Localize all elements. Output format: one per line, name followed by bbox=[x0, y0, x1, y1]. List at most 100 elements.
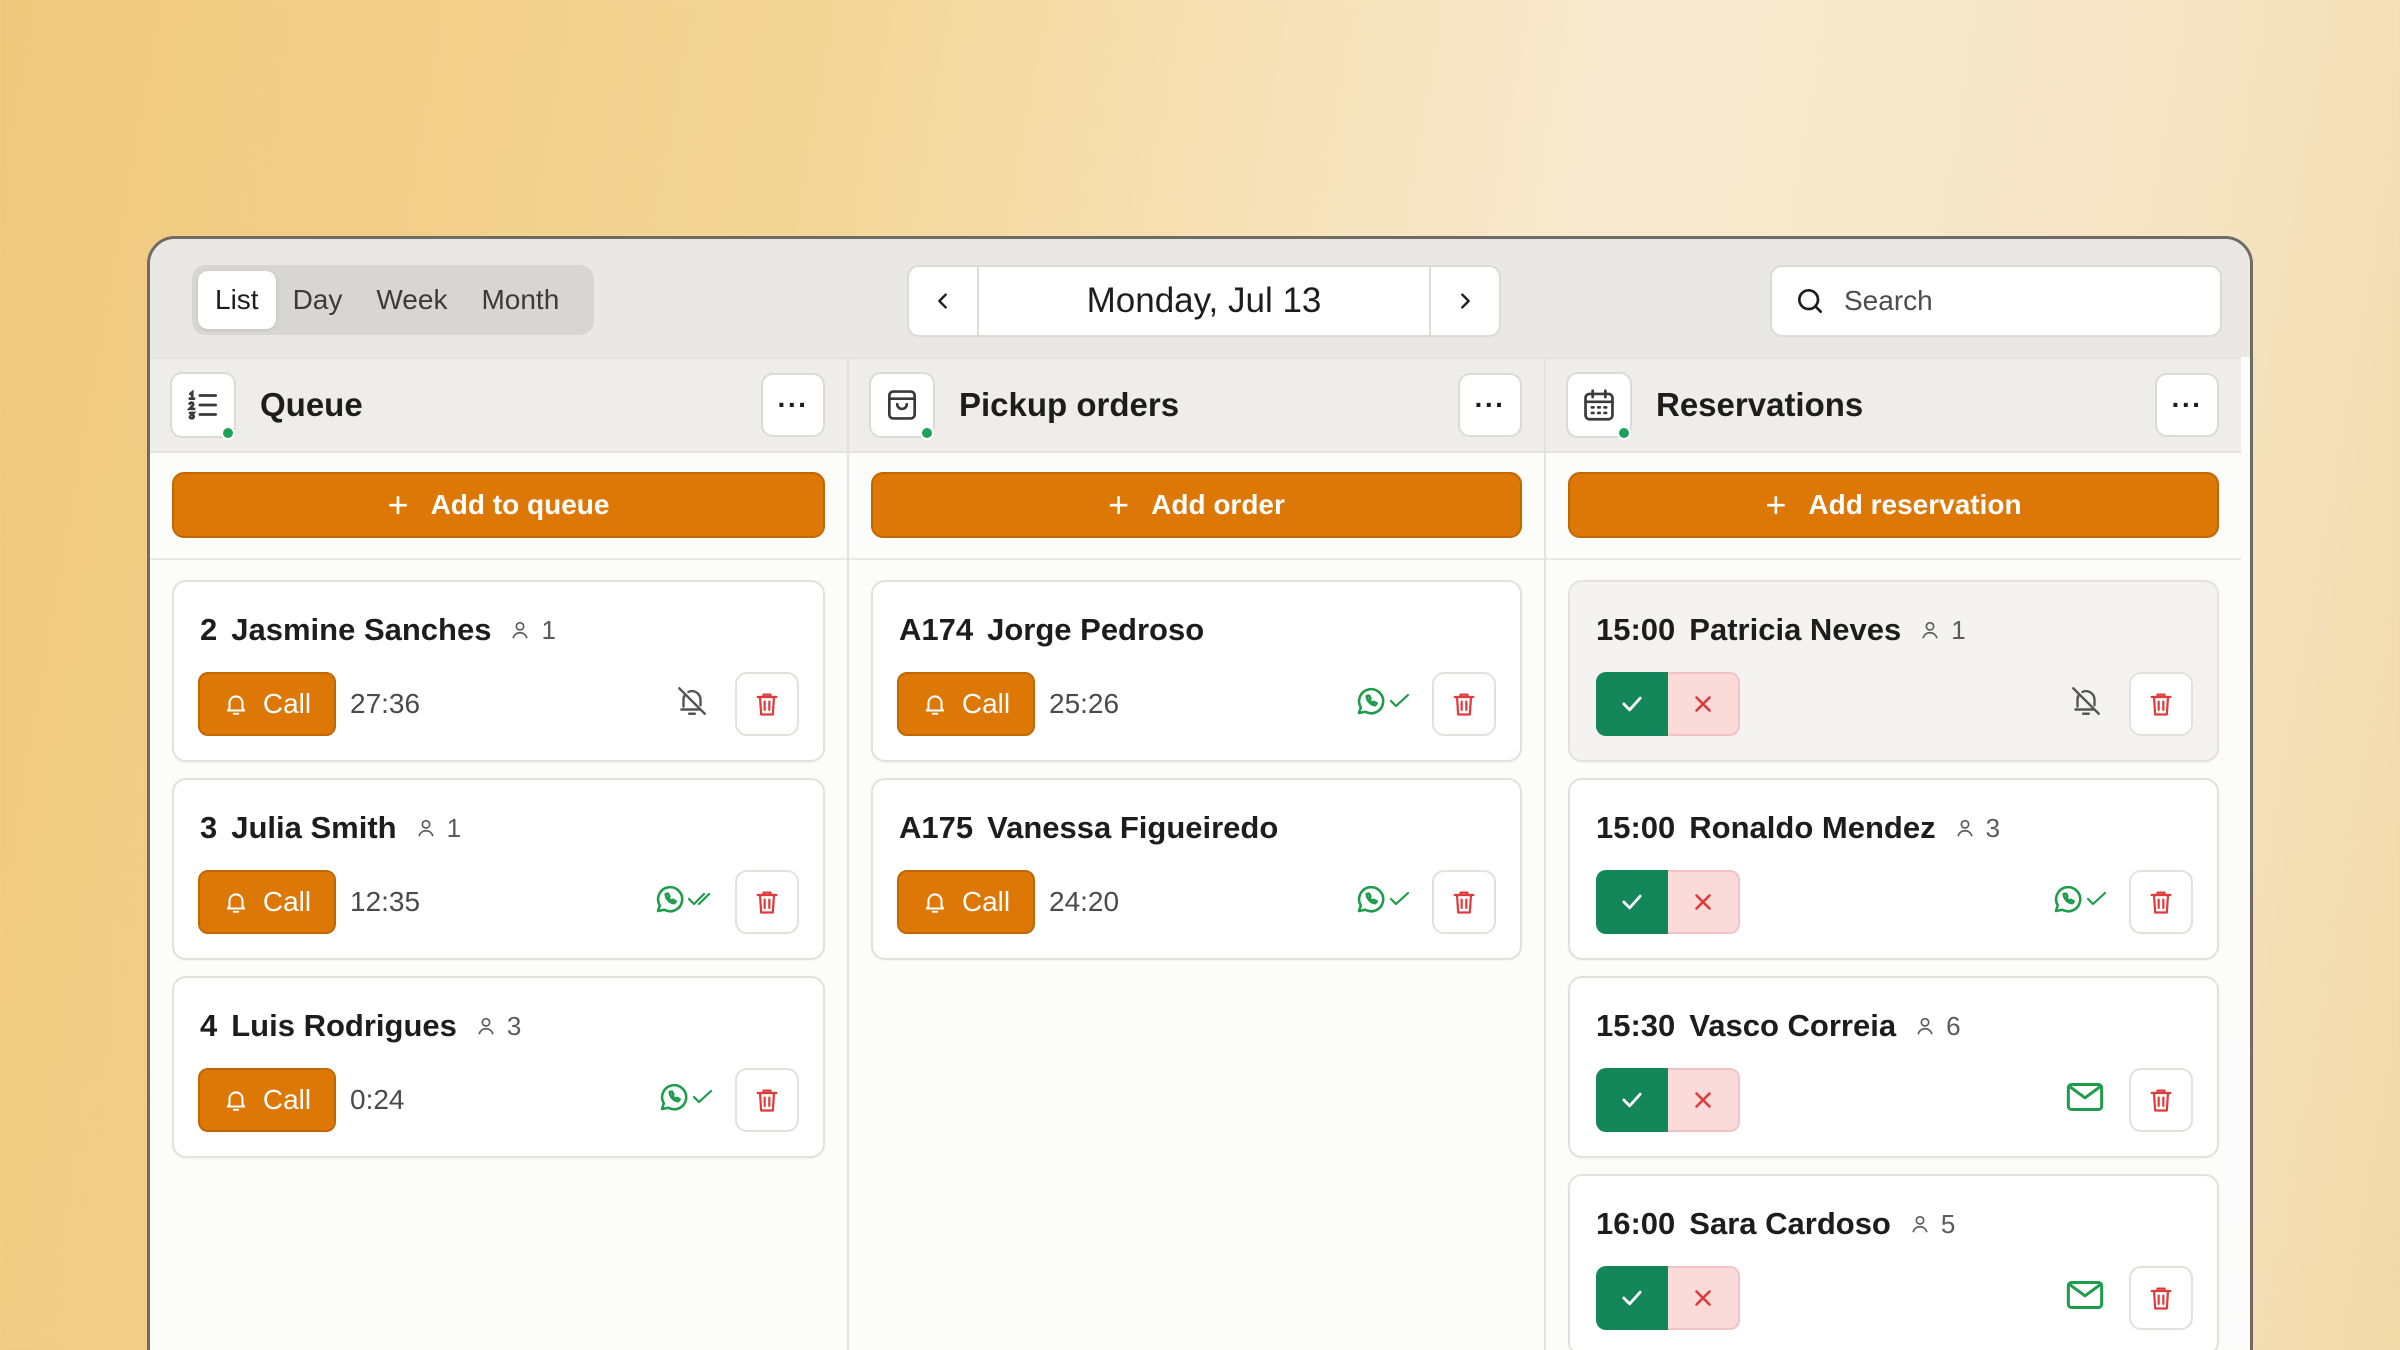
queue-title: Queue bbox=[260, 386, 363, 423]
delete-button[interactable] bbox=[1432, 672, 1496, 736]
queue-header: Queue ··· bbox=[150, 357, 847, 453]
reservation-card[interactable]: 15:00 Patricia Neves 1 bbox=[1568, 580, 2219, 762]
delete-button[interactable] bbox=[735, 672, 799, 736]
check-icon bbox=[1622, 1290, 1642, 1306]
mail-icon bbox=[2065, 1278, 2105, 1312]
delete-button[interactable] bbox=[2129, 1068, 2193, 1132]
accept-button[interactable] bbox=[1596, 1266, 1668, 1330]
close-icon bbox=[1695, 696, 1711, 712]
reservations-add-area: + Add reservation bbox=[1546, 453, 2241, 560]
accept-button[interactable] bbox=[1596, 870, 1668, 934]
reject-button[interactable] bbox=[1668, 672, 1740, 736]
pickup-title: Pickup orders bbox=[959, 386, 1180, 423]
calendar-icon[interactable] bbox=[1566, 372, 1632, 440]
call-button[interactable]: Call bbox=[198, 870, 336, 934]
card-title: 16:00 Sara Cardoso 5 bbox=[1596, 1206, 1955, 1242]
reservation-time: 15:00 bbox=[1596, 612, 1676, 647]
queue-number: 4 bbox=[200, 1008, 218, 1043]
reservation-card[interactable]: 15:30 Vasco Correia 6 bbox=[1568, 976, 2219, 1158]
reservation-card[interactable]: 15:00 Ronaldo Mendez 3 bbox=[1568, 778, 2219, 960]
bell-icon bbox=[226, 893, 246, 913]
guest-name: Ronaldo Mendez bbox=[1689, 810, 1936, 845]
chevron-left-icon bbox=[938, 293, 947, 309]
person-icon bbox=[512, 621, 529, 639]
previous-day-button[interactable] bbox=[909, 267, 979, 335]
wait-timer: 12:35 bbox=[350, 886, 421, 917]
trash-icon bbox=[1453, 891, 1475, 914]
accept-button[interactable] bbox=[1596, 672, 1668, 736]
order-card[interactable]: A174 Jorge Pedroso Call 25:26 bbox=[871, 580, 1522, 762]
guest-name: Luis Rodrigues bbox=[231, 1008, 457, 1043]
wait-timer: 0:24 bbox=[350, 1084, 405, 1115]
person-icon bbox=[1912, 1215, 1928, 1233]
guest-name: Jasmine Sanches bbox=[231, 612, 492, 647]
queue-card[interactable]: 3 Julia Smith 1 Call 12:35 bbox=[172, 778, 825, 960]
party-size: 3 bbox=[475, 1011, 521, 1042]
card-title: 15:00 Ronaldo Mendez 3 bbox=[1596, 810, 2000, 846]
whatsapp-read-icon bbox=[653, 882, 715, 916]
search-input[interactable] bbox=[1844, 285, 2204, 317]
order-card[interactable]: A175 Vanessa Figueiredo Call 24:20 bbox=[871, 778, 1522, 960]
date-navigator: Monday, Jul 13 bbox=[907, 265, 1501, 337]
trash-icon bbox=[1453, 693, 1475, 716]
add-to-queue-button[interactable]: + Add to queue bbox=[172, 472, 825, 538]
bell-icon bbox=[226, 1091, 246, 1111]
person-icon bbox=[1956, 819, 1973, 837]
add-order-label: Add order bbox=[1151, 489, 1285, 520]
whatsapp-delivered-icon bbox=[657, 1080, 715, 1114]
current-date[interactable]: Monday, Jul 13 bbox=[979, 267, 1429, 335]
delete-button[interactable] bbox=[1432, 870, 1496, 934]
queue-number: 3 bbox=[200, 810, 218, 845]
delete-button[interactable] bbox=[735, 1068, 799, 1132]
reservations-list: 15:00 Patricia Neves 1 15:00 Ronaldo Men… bbox=[1546, 560, 2241, 1350]
add-reservation-button[interactable]: + Add reservation bbox=[1568, 472, 2219, 538]
tab-week[interactable]: Week bbox=[359, 271, 464, 329]
add-order-button[interactable]: + Add order bbox=[871, 472, 1522, 538]
next-day-button[interactable] bbox=[1429, 267, 1499, 335]
whatsapp-delivered-icon bbox=[2051, 882, 2109, 916]
trash-icon bbox=[2150, 891, 2172, 914]
queue-more-button[interactable]: ··· bbox=[761, 373, 825, 437]
reservation-card[interactable]: 16:00 Sara Cardoso 5 bbox=[1568, 1174, 2219, 1350]
queue-add-area: + Add to queue bbox=[150, 453, 847, 560]
call-button[interactable]: Call bbox=[897, 870, 1035, 934]
bell-off-icon bbox=[2069, 684, 2103, 718]
reservations-column: Reservations ··· + Add reservation 15:00… bbox=[1544, 357, 2241, 1350]
guest-name: Vasco Correia bbox=[1689, 1008, 1897, 1043]
party-count: 1 bbox=[446, 812, 462, 843]
queue-card[interactable]: 2 Jasmine Sanches 1 Call 27:36 bbox=[172, 580, 825, 762]
shopping-bag-icon[interactable] bbox=[869, 372, 935, 440]
bell-off-icon bbox=[675, 684, 709, 718]
accept-button[interactable] bbox=[1596, 1068, 1668, 1132]
card-title: 3 Julia Smith 1 bbox=[200, 810, 461, 846]
party-count: 1 bbox=[1951, 614, 1966, 645]
delete-button[interactable] bbox=[2129, 1266, 2193, 1330]
queue-card[interactable]: 4 Luis Rodrigues 3 Call 0:24 bbox=[172, 976, 825, 1158]
accept-reject-group bbox=[1596, 870, 1740, 934]
search-box[interactable] bbox=[1770, 265, 2222, 337]
delete-button[interactable] bbox=[735, 870, 799, 934]
call-button[interactable]: Call bbox=[897, 672, 1035, 736]
queue-list-icon[interactable] bbox=[170, 372, 236, 440]
tab-month[interactable]: Month bbox=[464, 271, 576, 329]
tab-list[interactable]: List bbox=[198, 271, 276, 329]
call-button[interactable]: Call bbox=[198, 672, 336, 736]
person-icon bbox=[1922, 621, 1938, 639]
reservations-more-button[interactable]: ··· bbox=[2155, 373, 2219, 437]
party-count: 6 bbox=[1946, 1010, 1961, 1041]
reject-button[interactable] bbox=[1668, 870, 1740, 934]
mail-icon bbox=[2065, 1080, 2105, 1114]
reject-button[interactable] bbox=[1668, 1068, 1740, 1132]
person-icon bbox=[478, 1017, 494, 1035]
reject-button[interactable] bbox=[1668, 1266, 1740, 1330]
order-number: A174 bbox=[899, 612, 974, 647]
plus-icon: + bbox=[387, 484, 409, 525]
delete-button[interactable] bbox=[2129, 870, 2193, 934]
call-button[interactable]: Call bbox=[198, 1068, 336, 1132]
pickup-more-button[interactable]: ··· bbox=[1458, 373, 1522, 437]
reservation-time: 15:30 bbox=[1596, 1008, 1676, 1043]
call-label: Call bbox=[961, 688, 1011, 719]
accept-reject-group bbox=[1596, 1266, 1740, 1330]
tab-day[interactable]: Day bbox=[276, 271, 360, 329]
delete-button[interactable] bbox=[2129, 672, 2193, 736]
